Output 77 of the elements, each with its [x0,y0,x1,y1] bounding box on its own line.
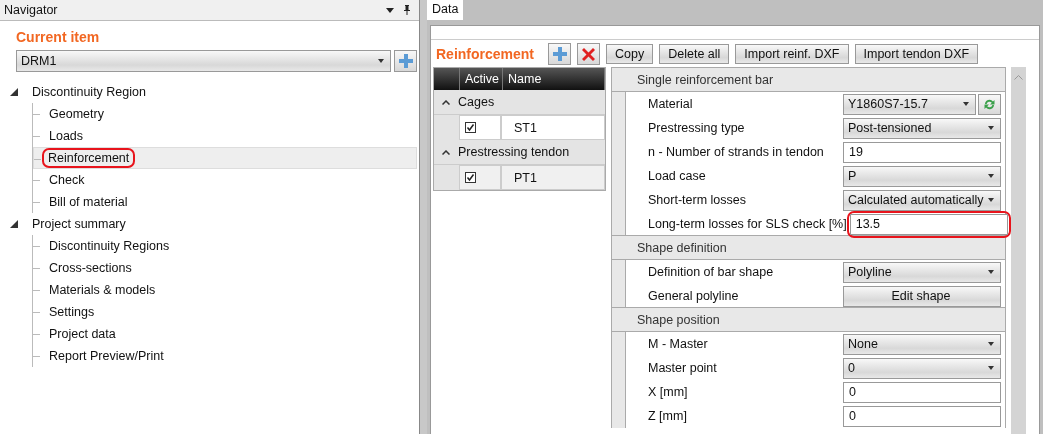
section-heading: Current item [16,29,101,45]
checkbox[interactable] [465,122,476,133]
caret-icon [378,59,384,63]
tab[interactable]: Data [427,0,464,20]
toolbar-button[interactable]: Import reinf. DXF [735,44,849,64]
caret-icon [988,270,994,274]
add-button[interactable] [548,43,572,65]
scrollbar[interactable] [1011,67,1026,434]
delete-button[interactable] [577,43,601,65]
table-cell[interactable]: PT1 [501,165,605,190]
close-icon [582,47,596,61]
property-label: Prestressing type [647,121,746,135]
property-label: Load case [647,169,707,183]
section-heading: Reinforcement [436,46,535,62]
property-label: Master point [647,361,718,375]
value-dropdown[interactable]: P [843,165,1001,187]
caret-icon [988,198,994,202]
add-button[interactable] [394,50,417,72]
caret-icon [963,102,969,106]
tree-item[interactable]: Settings [45,302,99,322]
value-field[interactable]: 13.5 [849,213,1008,235]
group-label: Cages [458,95,495,109]
plus-icon [552,47,567,61]
property-label: n - Number of strands in tendon [647,145,825,159]
tree-item[interactable]: Check [45,170,89,190]
property-label: M - Master [647,337,709,351]
tree-item[interactable]: Materials & models [45,280,160,300]
tree-item[interactable]: Report Preview/Print [45,346,168,366]
table-cell[interactable]: ST1 [501,115,605,140]
tree-item[interactable]: Geometry [45,104,108,124]
section-header[interactable]: Shape definition [612,235,1005,260]
value-dropdown[interactable]: Calculated automatically [843,189,1001,211]
plus-icon [398,54,413,68]
expand-icon[interactable] [10,220,18,228]
property-label: Long-term losses for SLS check [%] [647,217,847,231]
property-label: Material [647,97,694,111]
tree-item[interactable]: Project data [45,324,120,344]
property-label: Short-term losses [647,193,747,207]
collapse-icon[interactable] [442,149,450,155]
panel-title: Navigator [4,3,58,17]
property-label: Definition of bar shape [647,265,775,279]
value-dropdown[interactable]: 0 [843,357,1001,379]
caret-icon [988,366,994,370]
tree-item[interactable]: Bill of material [45,192,132,212]
tree-item[interactable]: Cross-sections [45,258,136,278]
value-field[interactable]: 0 [843,405,1001,427]
property-label: Z [mm] [647,409,688,423]
tree-item[interactable]: Discontinuity Region [28,82,150,102]
value-dropdown[interactable]: None [843,333,1001,355]
tree-item[interactable]: Loads [45,126,88,146]
toolbar-button[interactable]: Import tendon DXF [854,44,979,64]
value-field[interactable]: 19 [843,141,1001,163]
toolbar-button[interactable]: Delete all [659,44,730,64]
dropdown-icon[interactable] [386,7,394,13]
group-label: Prestressing tendon [458,145,570,159]
expand-icon[interactable] [10,88,18,96]
tree-item[interactable]: Project summary [28,214,130,234]
caret-icon [988,342,994,346]
section-header[interactable]: Shape position [612,307,1005,332]
value-dropdown[interactable]: Polyline [843,261,1001,283]
property-label: X [mm] [647,385,689,399]
refresh-icon [983,97,996,111]
tree-item[interactable]: Reinforcement [42,148,136,168]
caret-icon [988,126,994,130]
tree-item[interactable]: Discontinuity Regions [45,236,174,256]
caret-icon [988,174,994,178]
value-dropdown[interactable]: Post-tensioned [843,117,1001,139]
pin-icon[interactable] [403,5,411,15]
value-dropdown[interactable]: Y1860S7-15.7 [843,93,976,115]
property-label: General polyline [647,289,740,303]
value-field[interactable]: 0 [843,381,1001,403]
collapse-icon[interactable] [442,99,450,105]
toolbar-button[interactable]: Copy [606,44,654,64]
edit-button[interactable]: Edit shape [843,285,1001,307]
refresh-button[interactable] [978,93,1001,115]
checkbox[interactable] [465,172,476,183]
item-dropdown[interactable]: DRM1 [16,50,391,72]
